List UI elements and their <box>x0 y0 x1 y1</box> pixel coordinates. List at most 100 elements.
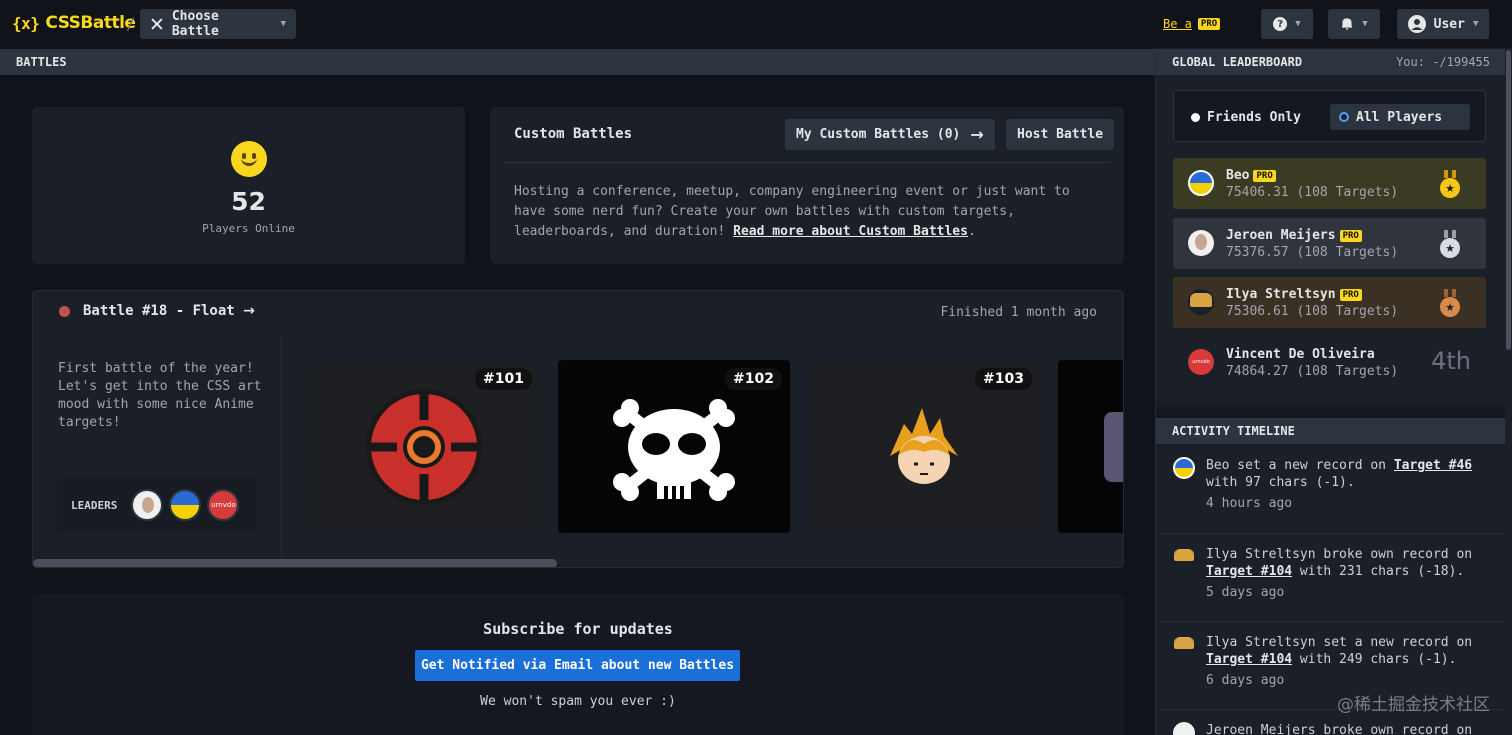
activity-item: Beo set a new record on Target #46 with … <box>1156 445 1506 531</box>
target-number: #101 <box>475 368 532 390</box>
gold-medal-icon: ★ <box>1440 170 1460 198</box>
leaderboard-row[interactable]: Ilya Streltsyn PRO 75306.61 (108 Targets)… <box>1173 277 1486 328</box>
be-a-label: Be a <box>1163 17 1192 31</box>
arrow-right-icon: → <box>243 303 255 319</box>
leaderboard-title: GLOBAL LEADERBOARD <box>1172 55 1303 69</box>
scrollbar-thumb[interactable] <box>1506 50 1511 350</box>
target-card-103[interactable]: #103 <box>808 360 1040 533</box>
notifications-button[interactable]: ▼ <box>1328 9 1380 39</box>
choose-battle-label: Choose Battle <box>171 9 219 39</box>
target-number: #102 <box>725 368 782 390</box>
radio-on-icon <box>1339 112 1349 122</box>
player-score: 74864.27 (108 Targets) <box>1226 364 1399 379</box>
battles-section-header: BATTLES <box>0 49 1155 75</box>
be-a-pro-link[interactable]: Be a PRO <box>1163 17 1221 31</box>
battle-title-link[interactable]: Battle #18 - Float → <box>83 303 255 319</box>
target-number: #103 <box>975 368 1032 390</box>
player-score: 75406.31 (108 Targets) <box>1226 185 1399 200</box>
bronze-medal-icon: ★ <box>1440 289 1460 317</box>
crossed-swords-icon <box>151 18 163 30</box>
players-online-card: 52 Players Online <box>32 107 465 264</box>
your-rank: You: -/199455 <box>1396 55 1490 69</box>
leaderboard-row[interactable]: Jeroen Meijers PRO 75376.57 (108 Targets)… <box>1173 218 1486 269</box>
leaderboard-filter-toggle: Friends Only All Players <box>1173 90 1486 142</box>
leaders-strip: LEADERS urnvdo <box>57 478 257 532</box>
arrow-right-icon: → <box>970 125 984 144</box>
target-link[interactable]: Target #46 <box>1394 458 1472 473</box>
avatar[interactable] <box>1173 634 1195 656</box>
player-name: Ilya Streltsyn <box>1226 287 1336 302</box>
get-notified-button[interactable]: Get Notified via Email about new Battles <box>415 650 740 681</box>
logo-text: CSSBattle <box>45 13 136 33</box>
avatar[interactable]: urnvdo <box>207 489 240 521</box>
battle-card: Battle #18 - Float → Finished 1 month ag… <box>32 290 1124 568</box>
logo-mark-icon: {x} <box>12 13 40 33</box>
all-players-option[interactable]: All Players <box>1330 104 1470 130</box>
user-menu-button[interactable]: User ▼ <box>1397 9 1489 39</box>
subscribe-title: Subscribe for updates <box>483 620 673 638</box>
avatar[interactable] <box>1173 546 1195 568</box>
host-battle-button[interactable]: Host Battle <box>1006 119 1115 150</box>
vertical-scrollbar[interactable] <box>1505 48 1512 735</box>
subscribe-card: Subscribe for updates Get Notified via E… <box>32 594 1124 735</box>
battle-info-panel: First battle of the year! Let's get into… <box>33 336 282 558</box>
player-rank: 4th <box>1431 347 1471 375</box>
avatar <box>1188 170 1214 196</box>
target-card-101[interactable]: #101 <box>308 360 540 533</box>
radio-off-icon <box>1191 112 1200 122</box>
choose-battle-dropdown[interactable]: Choose Battle ▼ <box>140 9 296 39</box>
target-link[interactable]: Target #104 <box>1206 564 1292 579</box>
leaderboard-header: GLOBAL LEADERBOARD You: -/199455 <box>1156 49 1506 75</box>
user-avatar-icon <box>1407 15 1426 33</box>
divider <box>504 162 1110 163</box>
target-card-102[interactable]: #102 <box>558 360 790 533</box>
pro-badge: PRO <box>1339 288 1362 301</box>
pro-badge: PRO <box>1197 18 1221 30</box>
players-online-label: Players Online <box>202 222 295 235</box>
list-fade <box>1156 398 1506 418</box>
chevron-down-icon: ▼ <box>1362 19 1368 29</box>
custom-battles-description: Hosting a conference, meetup, company en… <box>514 184 1070 239</box>
player-score: 75306.61 (108 Targets) <box>1226 304 1399 319</box>
player-name: Beo <box>1226 168 1250 183</box>
pro-badge: PRO <box>1339 229 1362 242</box>
help-button[interactable]: ? ▼ <box>1261 9 1313 39</box>
leaderboard-row[interactable]: Beo PRO 75406.31 (108 Targets) ★ <box>1173 158 1486 209</box>
avatar <box>1188 230 1214 256</box>
activity-time: 5 days ago <box>1206 585 1285 600</box>
help-icon: ? <box>1273 17 1288 31</box>
leaderboard-row[interactable]: urnvdo Vincent De Oliveira 74864.27 (108… <box>1173 337 1486 388</box>
status-dot <box>59 306 70 317</box>
custom-battles-card: Custom Battles My Custom Battles (0) → H… <box>490 107 1124 264</box>
avatar[interactable] <box>1173 457 1195 479</box>
top-bar: {x} CSSBattle / Choose Battle ▼ Be a PRO… <box>0 0 1512 48</box>
player-score: 75376.57 (108 Targets) <box>1226 245 1399 260</box>
player-name: Vincent De Oliveira <box>1226 347 1375 362</box>
cssbattle-logo[interactable]: {x} CSSBattle <box>12 13 136 33</box>
target-link[interactable]: Target #104 <box>1206 652 1292 667</box>
target-thumbnail <box>1104 412 1123 482</box>
players-online-count: 52 <box>231 187 266 216</box>
avatar[interactable] <box>131 489 164 521</box>
battle-description: First battle of the year! Let's get into… <box>58 361 262 430</box>
target-card-partial[interactable] <box>1058 360 1123 533</box>
custom-battles-title: Custom Battles <box>514 126 633 142</box>
bell-icon <box>1342 18 1353 30</box>
activity-time: 4 hours ago <box>1206 496 1293 511</box>
leaders-label: LEADERS <box>71 498 118 512</box>
right-panel: GLOBAL LEADERBOARD You: -/199455 Friends… <box>1155 48 1506 735</box>
horizontal-scrollbar[interactable] <box>33 559 557 567</box>
my-custom-battles-button[interactable]: My Custom Battles (0) → <box>785 119 995 150</box>
activity-timeline-header: ACTIVITY TIMELINE <box>1156 418 1506 444</box>
activity-item: Ilya Streltsyn broke own record on Targe… <box>1156 533 1506 621</box>
avatar[interactable] <box>169 489 202 521</box>
chevron-down-icon: ▼ <box>280 19 286 29</box>
avatar: urnvdo <box>1188 349 1214 375</box>
read-more-link[interactable]: Read more about Custom Battles <box>733 224 968 239</box>
chevron-down-icon: ▼ <box>1472 19 1479 29</box>
no-spam-note: We won't spam you ever :) <box>480 694 676 709</box>
avatar[interactable] <box>1173 722 1195 735</box>
friends-only-option[interactable]: Friends Only <box>1182 104 1310 130</box>
silver-medal-icon: ★ <box>1440 230 1460 258</box>
player-name: Jeroen Meijers <box>1226 228 1336 243</box>
